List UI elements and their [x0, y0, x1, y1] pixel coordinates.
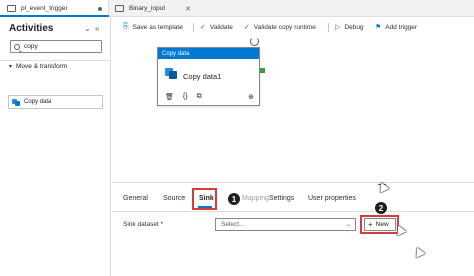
pipeline-toolbar: ⎘ Save as template ✓ Validate ✓ Validate…	[113, 17, 474, 37]
button-label: Save as template	[132, 23, 183, 31]
save-as-template-button[interactable]: ⎘ Save as template	[123, 23, 183, 31]
tab-divider	[112, 211, 474, 212]
step-marker-2: 2	[374, 201, 388, 215]
activity-copy-data[interactable]: Copy data	[8, 95, 103, 109]
sink-dataset-label: Sink dataset *	[123, 221, 163, 228]
tab-source[interactable]: Source	[163, 195, 185, 202]
active-tab-indicator	[198, 206, 212, 208]
check-icon: ✓	[200, 24, 206, 31]
step-marker-1: 1	[227, 192, 241, 206]
button-label: Validate	[209, 23, 233, 31]
button-label: Add trigger	[385, 23, 418, 31]
plus-icon: +	[368, 220, 373, 229]
pipeline-canvas[interactable]: Copy data Copy data1 🗑 {} ⧉ ⊕	[112, 37, 474, 182]
close-icon[interactable]: ✕	[185, 5, 191, 13]
activities-search-input[interactable]: copy	[10, 40, 102, 53]
node-body: Copy data1 🗑 {} ⧉ ⊕	[158, 59, 259, 106]
button-label: Debug	[344, 23, 364, 31]
add-trigger-button[interactable]: ⚑ Add trigger	[375, 23, 418, 32]
success-output-port[interactable]	[260, 68, 265, 73]
tab-binary-input[interactable]: Binary_input ✕	[109, 0, 199, 17]
tab-sink[interactable]: Sink	[199, 195, 214, 202]
sink-dataset-select[interactable]: Select... ⌄	[215, 218, 356, 231]
clone-icon[interactable]: ⧉	[197, 93, 202, 101]
node-name: Copy data1	[183, 72, 222, 81]
delete-icon[interactable]: 🗑	[165, 93, 174, 101]
collapse-all-icon[interactable]: ⌄	[84, 24, 91, 33]
tab-general[interactable]: General	[123, 195, 148, 202]
validate-copy-runtime-button[interactable]: ✓ Validate copy runtime	[244, 23, 316, 32]
copy-data-icon	[12, 98, 20, 106]
toolbar-separator	[328, 23, 329, 32]
select-value: Select...	[221, 221, 245, 228]
trigger-icon: ⚑	[375, 24, 382, 31]
code-icon[interactable]: {}	[183, 93, 188, 101]
add-output-icon[interactable]: ⊕	[248, 93, 254, 101]
node-type-label: Copy data	[158, 48, 259, 59]
debug-button[interactable]: ▷ Debug	[335, 23, 364, 32]
activities-pane: Activities ⌄ « copy ▾ Move & transform C…	[0, 17, 111, 276]
group-move-transform[interactable]: ▾ Move & transform	[9, 63, 67, 70]
activity-label: Copy data	[24, 99, 52, 105]
save-template-icon: ⎘	[123, 23, 129, 30]
node-actions: 🗑 {} ⧉	[165, 93, 211, 101]
hide-pane-icon[interactable]: «	[95, 24, 99, 33]
tab-user-properties[interactable]: User properties	[308, 195, 356, 202]
tab-mapping[interactable]: Mapping	[242, 195, 269, 202]
tab-label: pl_event_trigger	[21, 5, 68, 12]
properties-panel: General Source Sink Mapping 1 Settings U…	[112, 180, 474, 276]
unsaved-dot-icon	[98, 6, 102, 11]
divider	[0, 60, 110, 61]
tab-label: Binary_input	[129, 5, 166, 12]
button-label: New	[375, 221, 389, 228]
copy-data-activity-node[interactable]: Copy data Copy data1 🗑 {} ⧉ ⊕	[157, 47, 260, 106]
required-marker: *	[160, 221, 164, 228]
debug-icon: ▷	[335, 24, 341, 31]
button-label: Validate copy runtime	[253, 23, 316, 31]
dataset-icon	[115, 5, 124, 12]
label-text: Sink dataset	[123, 221, 159, 228]
mouse-cursor-icon	[376, 180, 390, 193]
search-icon	[14, 43, 20, 50]
activities-title: Activities	[9, 23, 54, 34]
chevron-down-icon: ⌄	[345, 222, 351, 228]
pipeline-icon	[7, 5, 16, 12]
document-tab-bar: pl_event_trigger Binary_input ✕	[0, 0, 474, 17]
copy-data-icon	[165, 68, 177, 79]
toolbar-separator	[193, 23, 194, 32]
tab-settings[interactable]: Settings	[269, 195, 294, 202]
loading-spinner-icon	[250, 37, 259, 46]
search-value: copy	[24, 43, 38, 50]
validate-button[interactable]: ✓ Validate	[200, 23, 233, 32]
mouse-cursor-icon	[412, 245, 426, 258]
chevron-down-icon: ▾	[9, 64, 13, 70]
tab-pl-event-trigger[interactable]: pl_event_trigger	[0, 0, 109, 17]
group-label: Move & transform	[16, 63, 68, 70]
new-dataset-button[interactable]: + New	[364, 218, 396, 231]
check-icon: ✓	[244, 24, 250, 31]
